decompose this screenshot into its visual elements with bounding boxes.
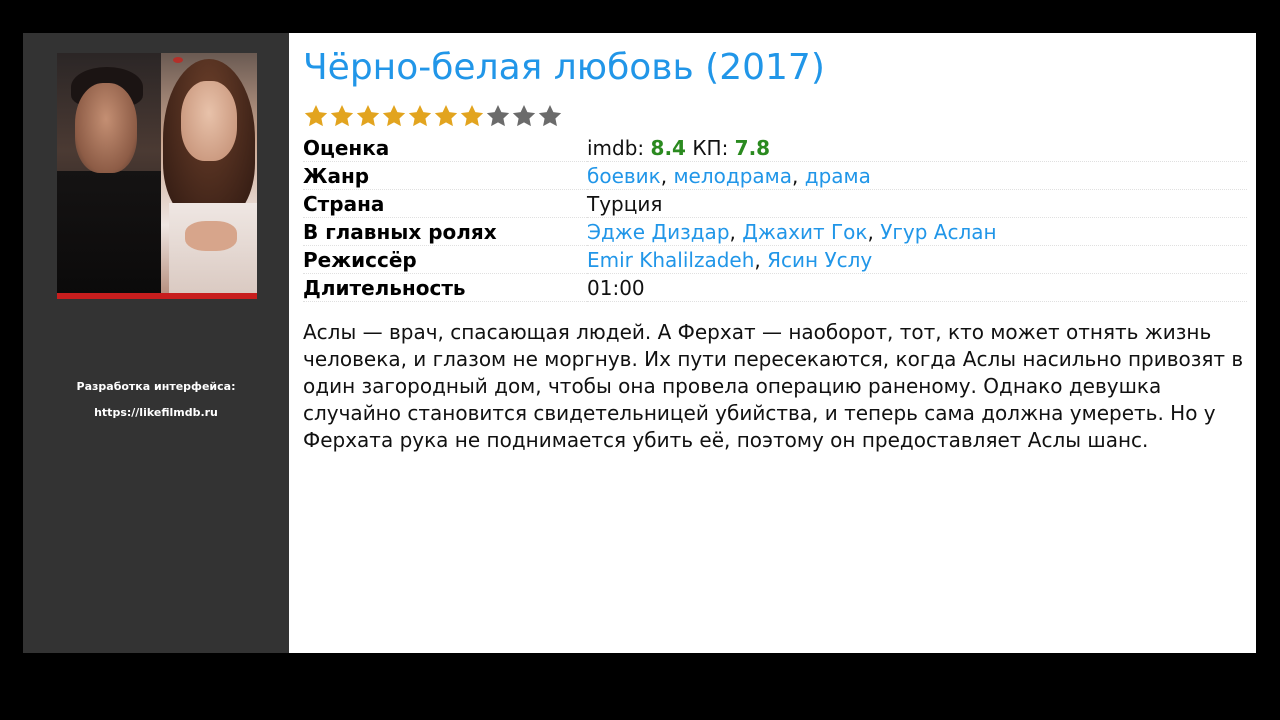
main-content: Чёрно-белая любовь (2017) Оценка imdb: 8… (289, 33, 1256, 653)
duration-label: Длительность (303, 273, 587, 302)
credit-label: Разработка интерфейса: (76, 380, 236, 393)
genre-link[interactable]: мелодрама (673, 164, 792, 188)
movie-poster (57, 53, 257, 299)
director-link[interactable]: Emir Khalilzadeh (587, 248, 754, 272)
star-filled-icon (382, 104, 406, 127)
poster-red-strip (57, 293, 257, 299)
credit-url[interactable]: https://likefilmdb.ru (23, 406, 289, 419)
genre-label: Жанр (303, 161, 587, 190)
star-filled-icon (356, 104, 380, 127)
poster-man-face (75, 83, 137, 173)
rating-stars (303, 103, 563, 129)
movie-description: Аслы — врач, спасающая людей. А Ферхат —… (303, 320, 1244, 452)
star-empty-icon (486, 104, 510, 127)
score-value: imdb: 8.4 КП: 7.8 (587, 134, 1247, 162)
director-link[interactable]: Ясин Услу (767, 248, 872, 272)
kp-score: 7.8 (734, 135, 771, 160)
sidebar: Разработка интерфейса: https://likefilmd… (23, 33, 289, 653)
director-value: Emir Khalilzadeh, Ясин Услу (587, 245, 1247, 274)
poster-woman-body (169, 203, 257, 299)
poster-bird (173, 57, 183, 63)
genre-link[interactable]: драма (805, 164, 871, 188)
app-frame: Разработка интерфейса: https://likefilmd… (23, 33, 1256, 653)
info-row-genre: Жанр боевик, мелодрама, драма (303, 161, 1247, 190)
poster-man-body (57, 171, 161, 299)
poster-hand (185, 221, 237, 251)
info-row-country: Страна Турция (303, 189, 1247, 218)
country-value: Турция (587, 189, 1247, 218)
star-empty-icon (512, 104, 536, 127)
info-row-score: Оценка imdb: 8.4 КП: 7.8 (303, 134, 1247, 162)
cast-value: Эдже Диздар, Джахит Гок, Угур Аслан (587, 217, 1247, 246)
star-filled-icon (408, 104, 432, 127)
star-filled-icon (434, 104, 458, 127)
movie-title: Чёрно-белая любовь (2017) (303, 47, 825, 88)
country-label: Страна (303, 189, 587, 218)
imdb-score: 8.4 (650, 135, 686, 160)
star-empty-icon (538, 104, 562, 127)
info-row-duration: Длительность 01:00 (303, 273, 1247, 302)
imdb-prefix: imdb: (587, 135, 645, 160)
info-table: Оценка imdb: 8.4 КП: 7.8 Жанр боевик, ме… (303, 134, 1247, 302)
director-label: Режиссёр (303, 245, 587, 274)
star-filled-icon (460, 104, 484, 127)
poster-woman-face (181, 81, 237, 161)
actor-link[interactable]: Джахит Гок (742, 220, 867, 244)
genre-value: боевик, мелодрама, драма (587, 161, 1247, 190)
star-filled-icon (330, 104, 354, 127)
score-label: Оценка (303, 134, 587, 162)
cast-label: В главных ролях (303, 217, 587, 246)
info-row-director: Режиссёр Emir Khalilzadeh, Ясин Услу (303, 245, 1247, 274)
actor-link[interactable]: Угур Аслан (880, 220, 996, 244)
kp-prefix: КП: (692, 135, 729, 160)
genre-link[interactable]: боевик (587, 164, 661, 188)
star-filled-icon (304, 104, 328, 127)
info-row-cast: В главных ролях Эдже Диздар, Джахит Гок,… (303, 217, 1247, 246)
actor-link[interactable]: Эдже Диздар (587, 220, 730, 244)
duration-value: 01:00 (587, 273, 1247, 302)
